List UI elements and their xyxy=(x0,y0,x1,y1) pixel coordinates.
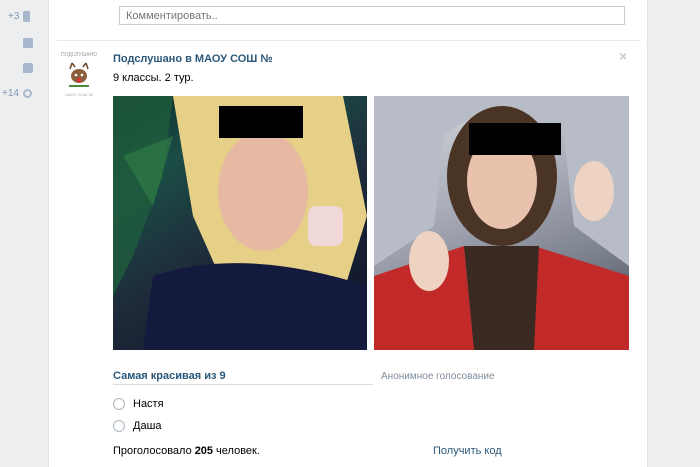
rail-item-settings[interactable]: +14 xyxy=(2,88,32,99)
avatar[interactable]: ПОДСЛУШАНО МАОУ СОШ № xyxy=(59,52,99,100)
poll-option[interactable]: Настя xyxy=(113,398,164,410)
rail-item-mail[interactable] xyxy=(23,38,33,48)
post-photo-1[interactable] xyxy=(113,96,367,350)
left-rail: +3 +14 xyxy=(0,0,42,467)
poll-option-label: Даша xyxy=(133,420,162,432)
poll-option[interactable]: Даша xyxy=(113,420,162,432)
gear-icon xyxy=(22,89,32,98)
poll-title: Самая красивая из 9 xyxy=(113,370,226,382)
post-text: 9 классы. 2 тур. xyxy=(113,72,194,84)
poll-option-label: Настя xyxy=(133,398,164,410)
votes-suffix: человек. xyxy=(216,445,260,457)
radio-button[interactable] xyxy=(113,420,125,432)
censor-bar xyxy=(219,106,303,138)
comment-icon xyxy=(23,63,33,73)
rail-item-comment[interactable] xyxy=(23,63,33,73)
comment-input[interactable] xyxy=(119,6,625,25)
votes-number: 205 xyxy=(194,445,214,457)
deer-icon xyxy=(69,62,89,87)
rail-item-phone[interactable]: +3 xyxy=(8,11,31,22)
radio-button[interactable] xyxy=(113,398,125,410)
feed-panel: ПОДСЛУШАНО МАОУ СОШ № Подслушано в МАОУ … xyxy=(48,0,648,467)
rail-count: +14 xyxy=(2,88,19,99)
mail-icon xyxy=(23,38,33,48)
phone-icon xyxy=(23,11,31,22)
avatar-caption: ПОДСЛУШАНО xyxy=(60,52,98,58)
vote-count: Проголосовало 205 человек. xyxy=(113,445,260,457)
votes-prefix: Проголосовало xyxy=(113,445,192,457)
avatar-footer: МАОУ СОШ № xyxy=(65,92,93,97)
rail-count: +3 xyxy=(8,11,20,22)
poll-type: Анонимное голосование xyxy=(381,371,495,382)
divider xyxy=(57,40,641,41)
censor-bar xyxy=(469,123,561,155)
post-author-link[interactable]: Подслушано в МАОУ СОШ № xyxy=(113,53,273,65)
poll-underline xyxy=(113,384,373,385)
get-code-link[interactable]: Получить код xyxy=(433,445,502,457)
close-icon[interactable]: × xyxy=(619,48,627,64)
post-photo-2[interactable] xyxy=(374,96,629,350)
